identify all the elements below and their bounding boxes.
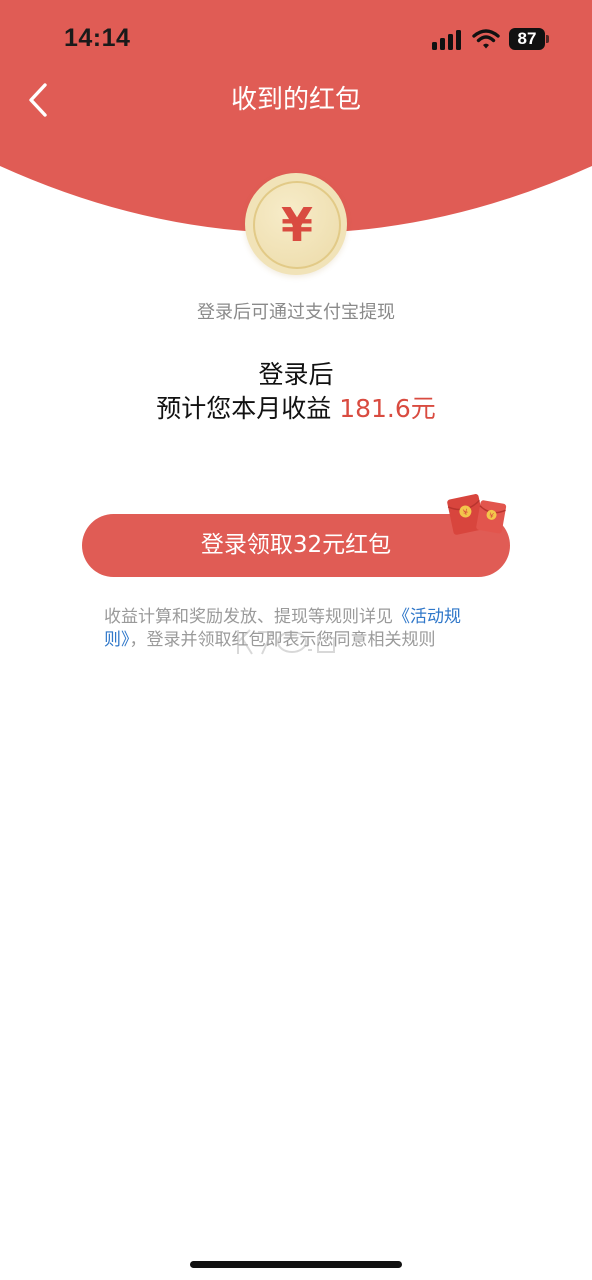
login-hint: 登录后可通过支付宝提现	[197, 302, 395, 323]
watermark-logo	[237, 629, 335, 655]
coin-inner: ¥	[253, 181, 341, 269]
estimate-line1: 登录后	[258, 360, 334, 389]
estimate-line2: 预计您本月收益 181.6元	[0, 392, 592, 426]
estimate-block: 登录后 预计您本月收益 181.6元	[0, 358, 592, 426]
red-envelope-icon: ¥ ¥	[447, 494, 507, 535]
estimate-amount: 181.6元	[339, 394, 436, 423]
battery-indicator: 87	[509, 28, 549, 50]
wifi-icon	[472, 29, 500, 49]
status-time: 14:14	[64, 24, 131, 52]
coin-icon: ¥	[245, 173, 347, 275]
yuan-symbol: ¥	[280, 198, 313, 252]
battery-level: 87	[509, 28, 545, 50]
page-title: 收到的红包	[230, 85, 361, 115]
status-bar: 14:14 87	[0, 0, 592, 80]
home-indicator	[190, 1261, 402, 1268]
battery-cap	[546, 35, 549, 43]
signal-icon	[432, 30, 461, 50]
estimate-prefix: 预计您本月收益	[156, 394, 340, 423]
